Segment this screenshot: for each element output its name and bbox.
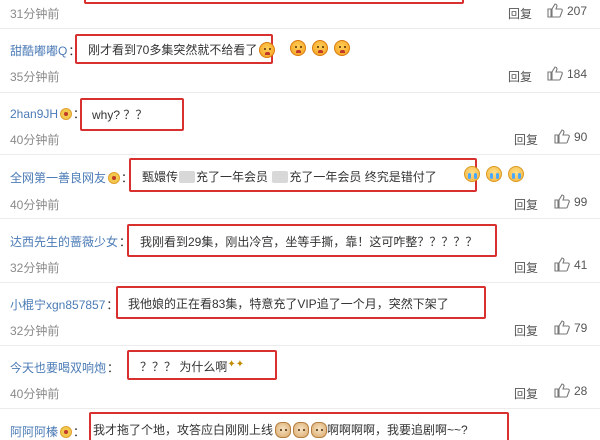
username[interactable]: 2han9JH： xyxy=(10,105,85,122)
redacted-mask xyxy=(179,171,196,183)
redacted-mask xyxy=(272,171,289,183)
like-count: 184 xyxy=(567,66,588,81)
cat-face-icon xyxy=(293,422,310,438)
reply-button[interactable]: 回复 xyxy=(508,68,532,85)
comment-time: 31分钟前 xyxy=(10,7,60,21)
comment-time: 32分钟前 xyxy=(10,261,60,275)
reply-button[interactable]: 回复 xyxy=(514,322,538,339)
like-count: 79 xyxy=(574,320,588,335)
username[interactable]: 今天也要喝双响炮： xyxy=(10,359,119,376)
username[interactable]: 达西先生的蔷薇少女： xyxy=(10,233,131,250)
thumbs-up-icon xyxy=(554,257,570,272)
username[interactable]: 甜酷嘟嘟Q： xyxy=(10,42,80,59)
like-count: 207 xyxy=(567,3,588,18)
crying-face-icon xyxy=(464,166,480,182)
crying-face-icon xyxy=(486,166,502,182)
comment-time: 40分钟前 xyxy=(10,387,60,401)
reply-button[interactable]: 回复 xyxy=(514,259,538,276)
angry-face-icon xyxy=(312,40,328,56)
vip-badge-icon xyxy=(60,426,73,438)
comment-time: 32分钟前 xyxy=(10,324,60,338)
cat-face-icon xyxy=(275,422,292,438)
thumbs-up-icon xyxy=(554,194,570,209)
comment-text: 我刚看到29集，刚出冷宫，坐等手撕，靠！这可咋整？？？？？ xyxy=(140,235,478,249)
comment-text: ？？？ 为什么啊✦✦ xyxy=(140,359,245,374)
reply-button[interactable]: 回复 xyxy=(514,196,538,213)
reply-button[interactable]: 回复 xyxy=(508,5,532,22)
username[interactable]: 小棍宁xgn857857： xyxy=(10,296,118,313)
thumbs-up-icon xyxy=(554,320,570,335)
like-count: 99 xyxy=(574,194,588,209)
like-button[interactable]: 184 xyxy=(547,66,587,81)
comment-text: 甄嬛传 充了一年会员 充了一年会员 终究是错付了 xyxy=(142,170,437,184)
comment-time: 35分钟前 xyxy=(10,70,60,84)
reply-button[interactable]: 回复 xyxy=(514,131,538,148)
thumbs-up-icon xyxy=(554,383,570,398)
reply-button[interactable]: 回复 xyxy=(514,385,538,402)
like-count: 90 xyxy=(574,129,588,144)
comment-text: 刚才看到70多集突然就不给看了 xyxy=(88,41,276,58)
like-button[interactable]: 41 xyxy=(554,257,587,272)
angry-face-icon xyxy=(334,40,350,56)
like-button[interactable]: 90 xyxy=(554,129,587,144)
comment-time: 40分钟前 xyxy=(10,198,60,212)
comment-text: why? ？？ xyxy=(92,108,148,122)
thumbs-up-icon xyxy=(554,129,570,144)
thumbs-up-icon xyxy=(547,3,563,18)
crying-face-icon xyxy=(508,166,524,182)
highlight-box xyxy=(84,0,464,4)
like-count: 41 xyxy=(574,257,588,272)
comment-text: 我他娘的正在看83集，特意充了VIP追了一个月，突然下架了 xyxy=(128,297,449,311)
angry-face-icon xyxy=(259,42,276,58)
comment-text: 我才拖了个地，攻答应白刚刚上线 啊啊啊啊，我要追剧啊~~? xyxy=(93,422,468,438)
angry-face-icon xyxy=(290,40,306,56)
like-button[interactable]: 79 xyxy=(554,320,587,335)
comment-time: 40分钟前 xyxy=(10,133,60,147)
vip-badge-icon xyxy=(60,108,73,120)
username[interactable]: 全网第一善良网友： xyxy=(10,169,133,186)
like-button[interactable]: 207 xyxy=(547,3,587,18)
like-button[interactable]: 28 xyxy=(554,383,587,398)
cat-face-icon xyxy=(311,422,328,438)
like-button[interactable]: 99 xyxy=(554,194,587,209)
like-count: 28 xyxy=(574,383,588,398)
vip-badge-icon xyxy=(108,172,121,184)
sparkle-icon: ✦✦ xyxy=(227,359,245,370)
thumbs-up-icon xyxy=(547,66,563,81)
username[interactable]: 阿阿阿榛： xyxy=(10,423,85,440)
